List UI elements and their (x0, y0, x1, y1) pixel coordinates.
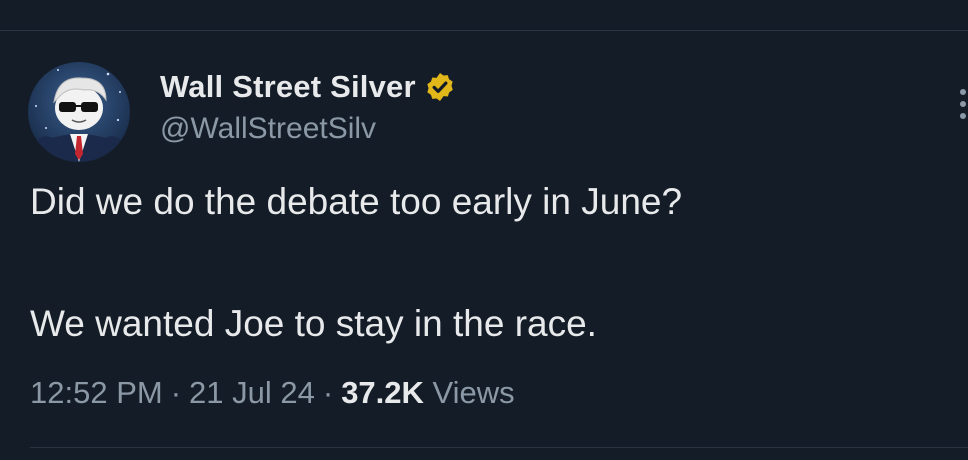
views-count: 37.2K (341, 375, 424, 410)
avatar-image (28, 62, 130, 162)
more-options-icon[interactable] (954, 88, 968, 122)
verified-badge-icon[interactable] (424, 71, 456, 103)
tweet-meta: 12:52 PM · 21 Jul 24 · 37.2K Views (30, 375, 515, 411)
tweet-text-line-1: Did we do the debate too early in June? (30, 181, 683, 222)
avatar[interactable] (28, 62, 130, 162)
author-handle[interactable]: @WallStreetSilv (160, 112, 376, 146)
tweet-text-line-2: We wanted Joe to stay in the race. (30, 303, 597, 344)
display-name[interactable]: Wall Street Silver (160, 69, 416, 105)
bottom-divider (30, 447, 968, 448)
tweet-date[interactable]: 21 Jul 24 (189, 375, 315, 410)
top-divider (0, 30, 968, 31)
meta-separator: · (170, 375, 182, 410)
author-name-row: Wall Street Silver (160, 67, 456, 107)
tweet-card: Wall Street Silver @WallStreetSilv Did w… (0, 0, 968, 460)
meta-separator: · (322, 375, 334, 410)
views-label: Views (432, 375, 515, 410)
tweet-time[interactable]: 12:52 PM (30, 375, 163, 410)
